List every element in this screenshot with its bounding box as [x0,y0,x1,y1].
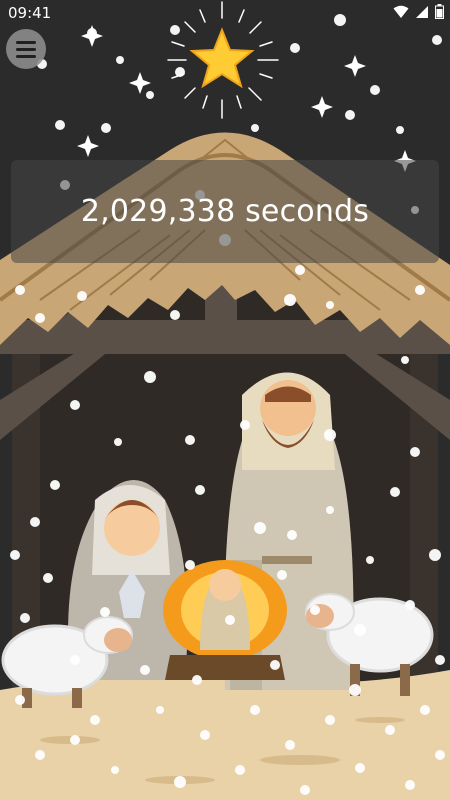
status-time: 09:41 [8,4,52,22]
nativity-screen: 09:41 2,029,338 seconds [0,0,450,800]
manger-icon [165,655,285,680]
signal-icon [416,5,428,18]
status-icons [393,4,444,19]
countdown-panel: 2,029,338 seconds [11,160,439,263]
status-bar: 09:41 [0,0,450,26]
menu-button[interactable] [6,29,46,69]
countdown-seconds: 2,029,338 seconds [80,194,370,229]
battery-icon [435,4,444,19]
wifi-icon [393,5,409,18]
nativity-scene [0,0,450,800]
